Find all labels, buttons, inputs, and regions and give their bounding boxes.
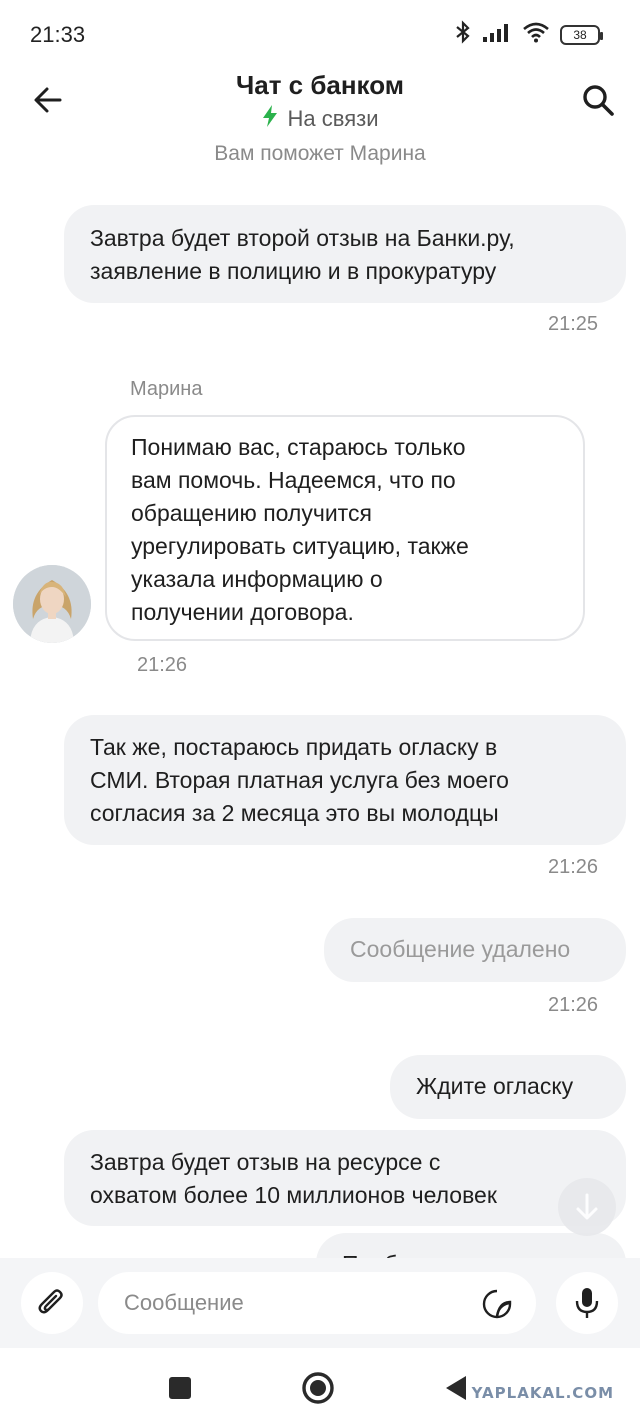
message-text-line: Понимаю вас, стараюсь только <box>131 434 466 460</box>
bluetooth-icon <box>454 20 472 49</box>
message-text-line: Завтра будет второй отзыв на Банки.ру, <box>90 225 515 251</box>
watermark: YAPLAKAL.COM <box>471 1384 614 1402</box>
message-composer <box>0 1258 640 1348</box>
back-nav-button[interactable] <box>436 1368 476 1408</box>
message-bubble[interactable]: Ждите огласку <box>390 1055 626 1119</box>
message-time: 21:25 <box>548 313 599 335</box>
online-status: На связи <box>0 104 640 134</box>
message-text-line: согласия за 2 месяца это вы молодцы <box>90 800 499 826</box>
message-time: 21:26 <box>548 994 599 1016</box>
wifi-icon <box>522 21 550 48</box>
arrow-down-icon <box>576 1193 598 1220</box>
voice-message-button[interactable] <box>556 1272 618 1334</box>
battery-icon: 38 <box>560 24 603 45</box>
page-title: Чат с банком <box>235 70 405 100</box>
message-time: 21:26 <box>137 654 188 676</box>
operator-avatar-image <box>13 565 91 643</box>
message-bubble[interactable]: Завтра будет отзыв на ресурсе с охватом … <box>64 1130 626 1226</box>
chat-messages[interactable]: Завтра будет второй отзыв на Банки.ру, з… <box>0 195 640 1258</box>
message-text-line: Ждите огласку <box>416 1073 574 1099</box>
message-bubble[interactable]: Завтра будет второй отзыв на Банки.ру, з… <box>64 205 626 303</box>
message-text-line: Так же, постараюсь придать огласку в <box>90 734 498 760</box>
deleted-message-bubble[interactable]: Сообщение удалено <box>324 918 626 982</box>
message-text-line: получении договора. <box>131 599 354 625</box>
system-navigation-bar: YAPLAKAL.COM <box>0 1348 640 1423</box>
scroll-down-button[interactable] <box>558 1178 616 1236</box>
search-icon <box>583 85 614 116</box>
signal-icon <box>482 21 512 48</box>
sticker-icon <box>482 1289 512 1319</box>
message-text-line: Завтра будет отзыв на ресурсе с <box>90 1149 441 1175</box>
message-text-line: Пообещ <box>342 1248 600 1258</box>
home-circle-icon <box>302 1372 334 1404</box>
message-input[interactable] <box>98 1272 536 1334</box>
microphone-icon <box>575 1288 599 1318</box>
message-bubble[interactable]: Пообещ <box>316 1233 626 1258</box>
message-text-line: обращению получится <box>131 500 372 526</box>
message-text-line: Сообщение удалено <box>350 936 571 962</box>
status-time: 21:33 <box>30 22 86 47</box>
paperclip-icon <box>38 1289 63 1314</box>
chat-header: Чат с банком На связи Вам поможет Марина <box>0 60 640 180</box>
message-time: 21:26 <box>548 856 599 878</box>
message-text-line: СМИ. Вторая платная услуга без моего <box>90 767 509 793</box>
online-status-label: На связи <box>287 106 379 131</box>
operator-message-bubble[interactable]: Понимаю вас, стараюсь только вам помочь.… <box>105 415 585 641</box>
sender-name: Марина <box>130 378 203 400</box>
search-button[interactable] <box>578 80 618 120</box>
home-button[interactable] <box>298 1368 338 1408</box>
avatar[interactable] <box>13 565 91 643</box>
message-text-line: заявление в полицию и в прокуратуру <box>90 258 497 284</box>
triangle-back-icon <box>446 1376 466 1400</box>
attach-button[interactable] <box>21 1272 83 1334</box>
message-bubble[interactable]: Так же, постараюсь придать огласку в СМИ… <box>64 715 626 845</box>
sticker-button[interactable] <box>480 1287 514 1321</box>
lightning-icon <box>262 104 278 134</box>
status-icons: 38 <box>454 20 603 49</box>
message-text-line: указала информацию о <box>131 566 383 592</box>
message-text-line: вам помочь. Надеемся, что по <box>131 467 456 493</box>
recents-button[interactable] <box>160 1368 200 1408</box>
operator-name: Вам поможет Марина <box>214 142 426 165</box>
message-text-line: урегулировать ситуацию, также <box>131 533 469 559</box>
message-text-line: охватом более 10 миллионов человек <box>90 1182 497 1208</box>
square-icon <box>169 1377 191 1399</box>
